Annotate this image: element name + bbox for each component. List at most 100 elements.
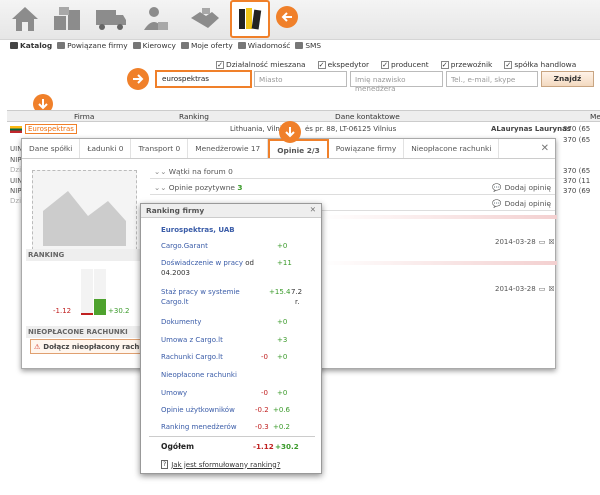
check-producent[interactable]: ✓ producent [381,60,429,69]
warning-icon: ⚠ [34,342,41,351]
nav-oferty[interactable]: Moje oferty [180,40,233,50]
rank-label[interactable]: Opinie użytkowników [161,406,235,414]
column-firma[interactable]: Firma [74,112,94,121]
bar-track-neg [81,269,93,315]
help-icon: ? [161,460,169,469]
check-label: ekspedytor [327,60,370,69]
rank-label[interactable]: Doświadczenie w pracy od [161,259,254,267]
check-label: Działalność mieszana [226,60,306,69]
handshake-icon[interactable] [186,1,224,37]
nav-label: Moje oferty [190,40,233,50]
check-dzialalnosc[interactable]: ✓ Działalność mieszana [216,60,306,69]
rank-label[interactable]: Cargo.Garant [161,242,208,250]
positive-row[interactable]: ⌄⌄ Opinie pozytywne 3 💬 Dodaj opinię [150,181,555,195]
tab-dane[interactable]: Dane spółki [22,139,81,158]
rank-pos: +0 [277,242,288,250]
checkbox[interactable]: ✓ [440,60,449,69]
close-icon[interactable]: ✕ [310,205,316,214]
contact-person: ALaurynas Laurynas [491,125,571,133]
comment-icon[interactable]: ▭ [539,285,546,293]
table-header: Firma Ranking Dane kontaktowe Me [7,110,600,122]
lithuania-flag-icon [10,125,22,133]
rank-label[interactable]: Rachunki Cargo.lt [161,353,223,361]
checkbox[interactable]: ✓ [381,60,390,69]
right-phones: 370 (65 370 (11 370 (69 [563,166,590,196]
add-opinion-button[interactable]: 💬 Dodaj opinię [492,199,551,208]
phone: 370 (69 [563,187,591,195]
user-cargo-icon[interactable] [136,1,174,37]
checkbox[interactable]: ✓ [504,60,513,69]
nav-sms[interactable]: SMS [295,41,321,50]
divider [149,436,315,437]
nav-wiadomosc[interactable]: Wiadomość [237,41,290,50]
unpaid-section-label: NIEOPŁACONE RACHUNKI [26,326,141,338]
add-opinion-label: Dodaj opinię [504,183,551,192]
comment-icon[interactable]: ▭ [539,238,546,246]
ranking-bars: -1.12 +30.2 [26,265,141,321]
rank-label[interactable]: Dokumenty [161,318,201,326]
company-search-input[interactable]: eurospektras [155,70,252,88]
check-label: producent [391,60,429,69]
add-opinion-button[interactable]: 💬 Dodaj opinię [492,183,551,192]
opinion-date-row: 2014-03-28 ▭ ☒ [495,238,555,246]
company-name-link[interactable]: Eurospektras [25,124,77,134]
delete-icon[interactable]: ☒ [548,285,554,293]
delete-icon[interactable]: ☒ [548,238,554,246]
arrow-left-pointer-icon [276,6,298,28]
arrow-down-pointer-icon [279,121,301,143]
find-button[interactable]: Znajdź [541,71,594,87]
checkbox[interactable]: ✓ [216,60,224,69]
close-icon[interactable]: ✕ [541,143,549,154]
tab-menedzerowie[interactable]: Menedżerowie 17 [188,139,269,158]
forum-label: Wątki na forum 0 [168,167,233,176]
home-icon[interactable] [6,1,44,37]
rank-pos: +0 [277,389,288,397]
boxes-icon[interactable] [48,1,86,37]
rank-pos: +0.2 [273,423,290,431]
rank-label[interactable]: Umowy [161,389,187,397]
rank-label[interactable]: Staż pracy w systemie [161,288,240,296]
manager-input[interactable]: Imię nazwisko menedżera [350,71,443,93]
ranking-help-link[interactable]: ? Jak jest sformułowany ranking? [161,460,280,469]
check-label: przewoźnik [450,60,493,69]
nav-label: Powiązane firmy [67,40,128,50]
opinion-date: 2014-03-28 [495,238,536,246]
rank-extra: 7.2 [291,288,303,296]
rank-label-extra: 04.2003 [161,269,190,277]
rank-label[interactable]: Umowa z Cargo.lt [161,336,223,344]
check-spolka[interactable]: ✓ spółka handlowa [504,60,576,69]
tab-nieoplacone[interactable]: Nieopłacone rachunki [404,139,500,158]
checkbox[interactable]: ✓ [317,60,326,69]
column-dane[interactable]: Dane kontaktowe [335,112,400,121]
city-input[interactable]: Miasto [254,71,347,87]
truck-icon[interactable] [92,1,130,37]
nav-powiazane[interactable]: Powiązane firmy [57,40,128,50]
nav-katalog[interactable]: Katalog [10,41,52,50]
rank-label-extra[interactable]: Cargo.lt [161,298,188,306]
offers-icon [180,41,189,49]
rank-pos: +3 [277,336,288,344]
nav-kierowcy[interactable]: Kierowcy [132,41,176,50]
forum-row[interactable]: ⌄⌄ Wątki na forum 0 [150,165,555,179]
nav-label: SMS [305,40,322,50]
top-toolbar [0,0,600,40]
opinion-date-row: 2014-03-28 ▭ ☒ [495,285,555,293]
rank-label[interactable]: Nieopłacone rachunki [161,371,237,379]
check-przewoznik[interactable]: ✓ przewoźnik [440,60,493,69]
add-unpaid-button[interactable]: ⚠Dołącz nieopłacony rachunek [30,339,145,354]
table-row[interactable]: Eurospektras [10,124,77,134]
tab-powiazane[interactable]: Powiązane firmy [329,139,405,158]
contact-input[interactable]: Tel., e-mail, skype [446,71,538,87]
tab-ladunki[interactable]: Ładunki 0 [80,139,132,158]
rank-pos: +15.4 [269,288,291,296]
column-m[interactable]: Me [590,112,600,121]
tab-opinie[interactable]: Opinie 2/3 [268,139,329,158]
tab-transport[interactable]: Transport 0 [131,139,189,158]
column-ranking[interactable]: Ranking [179,112,209,121]
chevron-down-icon: ⌄⌄ [154,183,169,192]
check-ekspedytor[interactable]: ✓ ekspedytor [317,60,370,69]
catalog-books-icon[interactable] [230,0,270,38]
rank-label[interactable]: Ranking menedżerów [161,423,237,431]
message-icon [237,41,246,49]
help-label: Jak jest sformułowany ranking? [171,460,281,469]
